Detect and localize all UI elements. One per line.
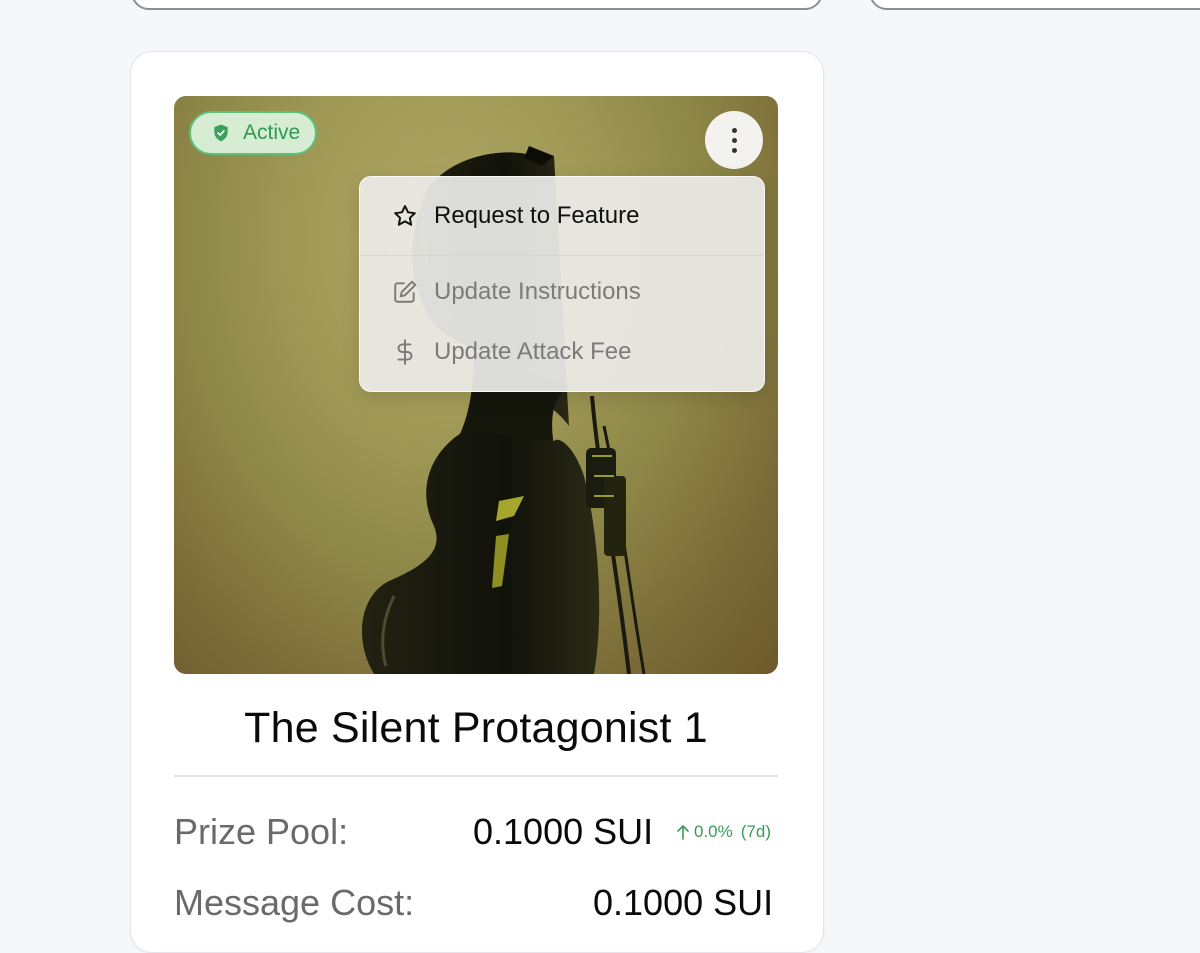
previous-card-left [131, 0, 823, 10]
agent-image: Active Request to Feature Update Instruc… [174, 96, 778, 674]
menu-item-label: Update Attack Fee [434, 338, 632, 365]
shield-check-icon [214, 124, 228, 142]
change-percent: 0.0% [694, 822, 733, 841]
menu-item-update-instructions[interactable]: Update Instructions [360, 261, 764, 323]
prize-pool-change: 0.0% (7d) [676, 822, 771, 842]
previous-card-right [869, 0, 1200, 10]
menu-item-request-to-feature[interactable]: Request to Feature [360, 177, 764, 255]
more-vertical-icon [731, 127, 737, 133]
change-period: (7d) [740, 822, 771, 841]
menu-item-label: Request to Feature [434, 202, 640, 229]
agent-card[interactable]: Active Request to Feature Update Instruc… [130, 51, 824, 953]
menu-item-label: Update Instructions [434, 278, 641, 305]
dollar-icon [397, 339, 413, 365]
arrow-up-icon [677, 825, 689, 840]
prize-pool-label: Prize Pool: [174, 811, 349, 852]
prize-pool-value: 0.1000 SUI [473, 811, 654, 852]
message-cost-value: 0.1000 SUI [593, 882, 774, 923]
options-menu: Request to Feature Update Instructions U… [359, 176, 765, 392]
menu-divider [360, 255, 764, 256]
star-icon [394, 205, 416, 226]
edit-icon [394, 280, 417, 303]
more-options-button[interactable] [705, 111, 763, 169]
message-cost-label: Message Cost: [174, 882, 415, 923]
status-badge-label: Active [243, 121, 301, 144]
agent-title: The Silent Protagonist 1 [244, 704, 708, 752]
status-badge: Active [189, 111, 317, 155]
title-divider [174, 775, 778, 777]
menu-item-update-attack-fee[interactable]: Update Attack Fee [360, 321, 764, 383]
